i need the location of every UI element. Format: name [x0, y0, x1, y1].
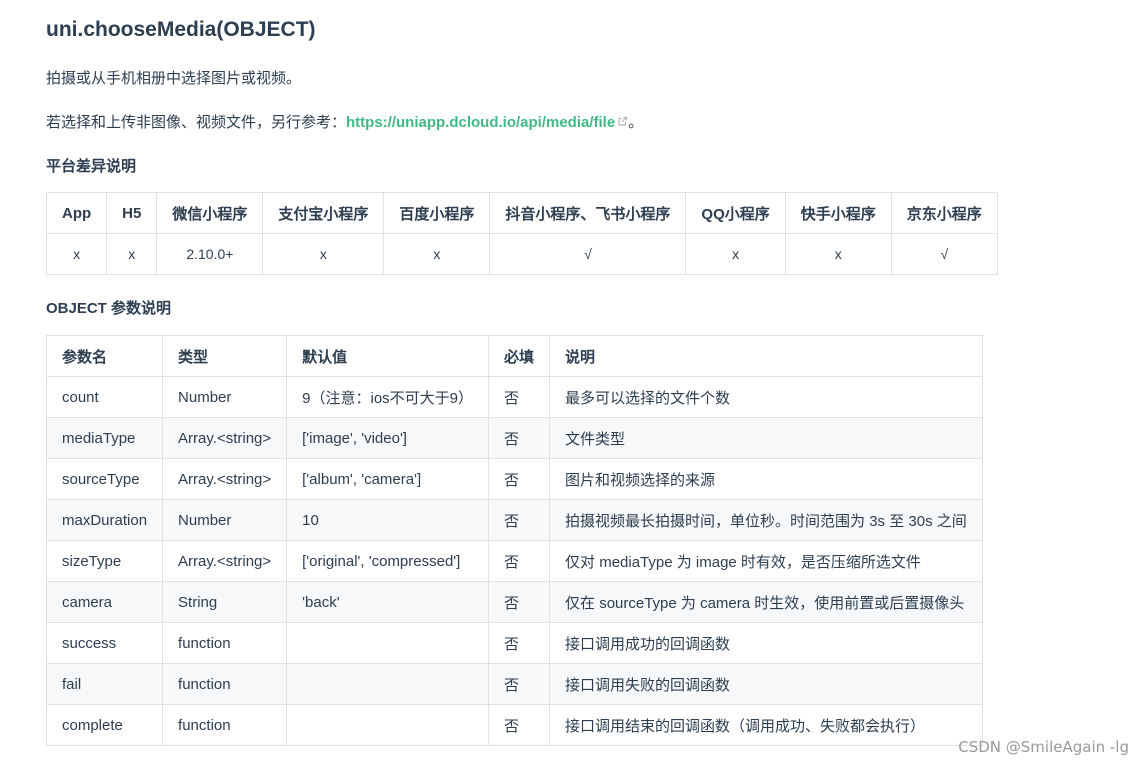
- param-type-cell: Number: [162, 499, 288, 541]
- platform-header-cell: 支付宝小程序: [262, 192, 385, 234]
- table-row: count Number 9（注意：ios不可大于9）否最多可以选择的文件个数: [45, 376, 983, 418]
- reference-prefix: 若选择和上传非图像、视频文件，另行参考：: [46, 114, 347, 131]
- table-row: sourceType Array.<string> ['album', 'camer…: [45, 458, 983, 500]
- params-body: count Number 9（注意：ios不可大于9）否最多可以选择的文件个数 med…: [45, 376, 983, 746]
- reference-suffix: 。: [628, 114, 644, 131]
- platform-header-cell: 快手小程序: [784, 192, 892, 234]
- page-title: uni.chooseMedia(OBJECT): [46, 18, 316, 41]
- params-header-row: 参数名 类型 默认值 必填 说明: [45, 335, 983, 377]
- csdn-watermark: CSDN @SmileAgain -lg: [958, 738, 1129, 756]
- platform-header-cell: 抖音小程序、飞书小程序: [489, 192, 687, 234]
- api-description: 拍摄或从手机相册中选择图片或视频。: [46, 70, 302, 87]
- param-type-cell: function: [162, 622, 288, 664]
- platform-table: App H5 微信小程序 支付宝小程序 百度小程序 抖音小程序、飞书小程序 QQ小程序 快手小…: [45, 192, 998, 275]
- param-name-cell: sourceType: [45, 458, 164, 500]
- platform-value-cell: 2.10.0+: [156, 233, 264, 275]
- param-name-cell: sizeType: [45, 540, 164, 582]
- param-required-cell: 否: [488, 540, 551, 582]
- param-required-cell: 否: [488, 376, 551, 418]
- param-desc-cell: 仅在 sourceType 为 camera 时生效，使用前置或后置摄像头: [549, 581, 983, 623]
- params-table: 参数名 类型 默认值 必填 说明 count Number 9（注意：ios不可大于9）否最…: [45, 335, 983, 746]
- param-default-cell: ['original', 'compressed']: [286, 540, 490, 582]
- platform-value-cell: x: [383, 233, 491, 275]
- platform-header-row: App H5 微信小程序 支付宝小程序 百度小程序 抖音小程序、飞书小程序 QQ小程序 快手小…: [45, 192, 998, 234]
- platform-heading: 平台差异说明: [46, 158, 137, 175]
- platform-value-cell: x: [45, 233, 108, 275]
- reference-paragraph: 若选择和上传非图像、视频文件，另行参考：https://uniapp.dclou…: [46, 111, 643, 132]
- param-type-cell: Array.<string>: [162, 540, 288, 582]
- params-header-cell: 必填: [488, 335, 551, 377]
- param-desc-cell: 仅对 mediaType 为 image 时有效，是否压缩所选文件: [549, 540, 983, 582]
- table-row: camera String'back' 否仅在 sourceType 为 camer…: [45, 581, 983, 623]
- param-desc-cell: 接口调用成功的回调函数: [549, 622, 983, 664]
- platform-header-cell: App: [45, 192, 108, 234]
- param-default-cell: ['album', 'camera']: [286, 458, 490, 500]
- file-api-link[interactable]: https://uniapp.dcloud.io/api/media/file: [346, 114, 628, 131]
- param-type-cell: Number: [162, 376, 288, 418]
- param-desc-cell: 图片和视频选择的来源: [549, 458, 983, 500]
- param-type-cell: String: [162, 581, 288, 623]
- param-desc-cell: 拍摄视频最长拍摄时间，单位秒。时间范围为 3s 至 30s 之间: [549, 499, 983, 541]
- param-required-cell: 否: [488, 499, 551, 541]
- platform-value-cell: √: [890, 233, 998, 275]
- table-row: sizeType Array.<string> ['original', 'comp…: [45, 540, 983, 582]
- param-desc-cell: 接口调用结束的回调函数（调用成功、失败都会执行）: [549, 704, 983, 746]
- param-default-cell: ['image', 'video']: [286, 417, 490, 459]
- param-default-cell: [286, 704, 490, 746]
- param-name-cell: success: [45, 622, 164, 664]
- param-type-cell: function: [162, 704, 288, 746]
- param-required-cell: 否: [488, 704, 551, 746]
- param-name-cell: count: [45, 376, 164, 418]
- platform-value-cell: x: [685, 233, 786, 275]
- external-link-icon: [618, 117, 628, 126]
- platform-value-cell: x: [262, 233, 385, 275]
- param-required-cell: 否: [488, 417, 551, 459]
- param-default-cell: 10: [286, 499, 490, 541]
- param-name-cell: complete: [45, 704, 164, 746]
- platform-value-cell: x: [106, 233, 158, 275]
- param-desc-cell: 文件类型: [549, 417, 983, 459]
- table-row: fail function 否接口调用失败的回调函数: [45, 663, 983, 705]
- params-header-cell: 类型: [162, 335, 288, 377]
- table-row: complete function 否接口调用结束的回调函数（调用成功、失败都会执行…: [45, 704, 983, 746]
- param-default-cell: [286, 663, 490, 705]
- platform-header-cell: 微信小程序: [156, 192, 264, 234]
- params-header-cell: 默认值: [286, 335, 490, 377]
- param-default-cell: 9（注意：ios不可大于9）: [286, 376, 490, 418]
- platform-header-cell: 百度小程序: [383, 192, 491, 234]
- param-name-cell: mediaType: [45, 417, 164, 459]
- file-api-link-text: https://uniapp.dcloud.io/api/media/file: [346, 114, 616, 131]
- param-desc-cell: 接口调用失败的回调函数: [549, 663, 983, 705]
- object-heading: OBJECT 参数说明: [46, 300, 172, 317]
- param-required-cell: 否: [488, 581, 551, 623]
- param-default-cell: [286, 622, 490, 664]
- platform-value-cell: √: [489, 233, 687, 275]
- table-row: success function 否接口调用成功的回调函数: [45, 622, 983, 664]
- param-type-cell: Array.<string>: [162, 458, 288, 500]
- table-row: mediaType Array.<string> ['image', 'video'…: [45, 417, 983, 459]
- param-name-cell: maxDuration: [45, 499, 164, 541]
- platform-value-row: x x 2.10.0+ x x √ x x √: [45, 233, 998, 275]
- platform-value-cell: x: [784, 233, 892, 275]
- param-type-cell: function: [162, 663, 288, 705]
- params-header-cell: 参数名: [45, 335, 164, 377]
- platform-header-cell: 京东小程序: [890, 192, 998, 234]
- table-row: maxDuration Number 10 否拍摄视频最长拍摄时间，单位秒。时间范围为…: [45, 499, 983, 541]
- platform-header-cell: QQ小程序: [685, 192, 786, 234]
- param-required-cell: 否: [488, 458, 551, 500]
- param-name-cell: fail: [45, 663, 164, 705]
- param-required-cell: 否: [488, 622, 551, 664]
- param-default-cell: 'back': [286, 581, 490, 623]
- platform-header-cell: H5: [106, 192, 158, 234]
- params-header-cell: 说明: [549, 335, 983, 377]
- param-required-cell: 否: [488, 663, 551, 705]
- param-type-cell: Array.<string>: [162, 417, 288, 459]
- param-desc-cell: 最多可以选择的文件个数: [549, 376, 983, 418]
- param-name-cell: camera: [45, 581, 164, 623]
